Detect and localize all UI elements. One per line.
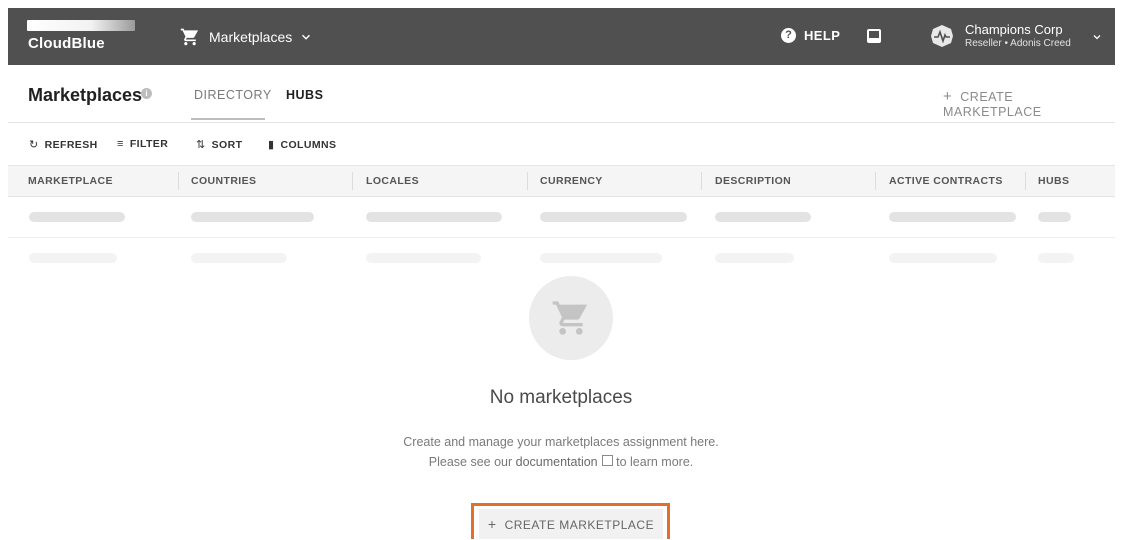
columns-button[interactable]: ▮ COLUMNS	[268, 138, 337, 152]
skeleton-cell	[889, 212, 1016, 222]
columns-icon: ▮	[268, 139, 275, 151]
refresh-icon: ↻	[29, 139, 39, 151]
help-button[interactable]: ? HELP	[781, 28, 840, 43]
skeleton-cell	[29, 253, 117, 263]
info-icon[interactable]: i	[141, 88, 152, 99]
plus-icon: +	[487, 516, 497, 532]
column-divider	[527, 172, 528, 190]
refresh-button[interactable]: ↻ REFRESH	[29, 138, 98, 152]
column-divider	[875, 172, 876, 190]
sort-icon: ⇅	[196, 139, 206, 151]
create-marketplace-button[interactable]: + CREATE MARKETPLACE	[479, 509, 663, 539]
column-header-description[interactable]: DESCRIPTION	[715, 175, 791, 187]
skeleton-cell	[191, 253, 287, 263]
column-divider	[178, 172, 179, 190]
top-bar: CloudBlue Marketplaces ? HELP Champions …	[8, 8, 1115, 65]
create-marketplace-header-button[interactable]: + CREATE MARKETPLACE	[943, 88, 1115, 119]
chevron-down-icon	[302, 34, 311, 40]
cloudblue-logo[interactable]: CloudBlue	[27, 20, 139, 54]
refresh-label: REFRESH	[44, 138, 98, 151]
filter-label: FILTER	[129, 138, 169, 150]
inbox-icon[interactable]	[866, 28, 882, 44]
documentation-link-label: documentation	[515, 455, 598, 469]
marketplaces-switcher-label: Marketplaces	[209, 29, 293, 45]
skeleton-cell	[715, 212, 811, 222]
skeleton-cell	[1038, 253, 1074, 263]
empty-state-line-2-before: Please see our	[428, 455, 513, 469]
external-link-icon	[601, 455, 613, 466]
column-header-currency[interactable]: CURRENCY	[540, 175, 603, 187]
tab-underline	[191, 118, 265, 120]
toolbar: ↻ REFRESH ≡ FILTER ⇅ SORT ▮ COLUMNS	[8, 123, 1115, 166]
empty-state-line-2-after: to learn more.	[616, 455, 694, 469]
skeleton-cell	[29, 212, 125, 222]
empty-state-line-1: Create and manage your marketplaces assi…	[403, 435, 719, 449]
page-title: Marketplaces	[28, 85, 143, 105]
skeleton-cell	[540, 212, 687, 222]
skeleton-cell	[715, 253, 794, 263]
account-menu[interactable]: Champions Corp Reseller • Adonis Creed	[928, 19, 1108, 55]
help-label: HELP	[804, 28, 841, 43]
skeleton-cell	[889, 253, 997, 263]
chevron-down-icon	[1093, 35, 1101, 40]
column-header-hubs[interactable]: HUBS	[1038, 175, 1069, 187]
page-header: Marketplaces i DIRECTORY HUBS + CREATE MA…	[8, 65, 1115, 123]
skeleton-cell	[191, 212, 314, 222]
column-header-marketplace[interactable]: MARKETPLACE	[28, 175, 113, 187]
skeleton-cell	[540, 253, 662, 263]
column-header-countries[interactable]: COUNTRIES	[191, 175, 256, 187]
empty-state-description: Create and manage your marketplaces assi…	[0, 432, 1122, 472]
filter-icon: ≡	[117, 138, 124, 150]
empty-state-title: No marketplaces	[489, 387, 633, 408]
table-row-skeleton	[8, 197, 1115, 238]
column-header-locales[interactable]: LOCALES	[366, 175, 419, 187]
tab-hubs[interactable]: HUBS	[286, 88, 323, 102]
cart-icon	[552, 301, 588, 335]
empty-state-illustration	[529, 276, 613, 360]
filter-button[interactable]: ≡ FILTER	[117, 138, 168, 150]
create-marketplace-header-label: CREATE MARKETPLACE	[943, 90, 1042, 119]
cart-icon	[180, 28, 199, 46]
logo-text: CloudBlue	[28, 35, 105, 52]
columns-label: COLUMNS	[280, 138, 337, 151]
skeleton-cell	[1038, 212, 1071, 222]
sort-button[interactable]: ⇅ SORT	[196, 138, 243, 152]
create-marketplace-label: CREATE MARKETPLACE	[504, 518, 655, 532]
table-row-skeleton	[8, 238, 1115, 278]
logo-bar	[27, 20, 135, 31]
help-icon: ?	[781, 28, 796, 43]
documentation-link[interactable]: documentation	[516, 455, 613, 469]
column-divider	[701, 172, 702, 190]
empty-state-line-2: Please see our documentation to learn mo…	[0, 452, 1122, 472]
skeleton-cell	[366, 253, 481, 263]
marketplaces-switcher[interactable]: Marketplaces	[180, 26, 313, 48]
account-subtitle: Reseller • Adonis Creed	[965, 38, 1071, 49]
sort-label: SORT	[211, 138, 243, 151]
plus-icon: +	[943, 88, 953, 105]
skeleton-cell	[366, 212, 502, 222]
account-avatar-icon	[931, 25, 953, 47]
account-name: Champions Corp	[965, 22, 1063, 37]
column-divider	[352, 172, 353, 190]
table-header: MARKETPLACE COUNTRIES LOCALES CURRENCY D…	[8, 166, 1115, 197]
column-divider	[1025, 172, 1026, 190]
column-header-active-contracts[interactable]: ACTIVE CONTRACTS	[889, 175, 1003, 187]
tab-directory[interactable]: DIRECTORY	[194, 88, 272, 102]
